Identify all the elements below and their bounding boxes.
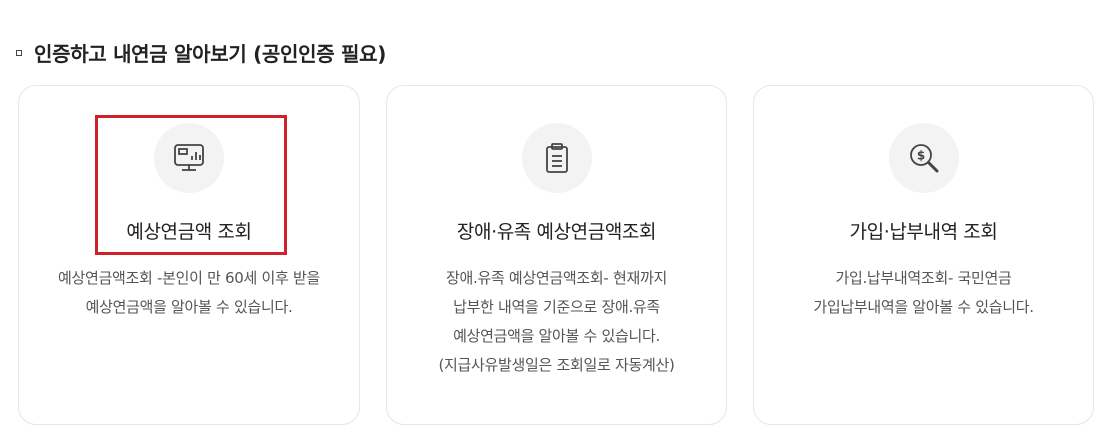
card-title: 가입·납부내역 조회 xyxy=(849,221,998,243)
card-desc-line: (지급사유발생일은 조회일로 자동계산) xyxy=(438,356,675,374)
bullet-square-icon xyxy=(16,49,22,56)
card-description: 가입.납부내역조회- 국민연금 가입납부내역을 알아볼 수 있습니다. xyxy=(764,264,1083,322)
section-title: 인증하고 내연금 알아보기 (공인인증 필요) xyxy=(34,42,387,66)
dollar-search-icon: $ xyxy=(888,123,959,193)
card-list: 예상연금액 조회 예상연금액조회 -본인이 만 60세 이후 받을 예상연금액을… xyxy=(18,85,1094,425)
card-description: 장애.유족 예상연금액조회- 현재까지 납부한 내역을 기준으로 장애.유족 예… xyxy=(397,264,716,380)
card-desc-line: 가입납부내역을 알아볼 수 있습니다. xyxy=(813,298,1034,316)
clipboard-icon xyxy=(521,123,592,193)
card-desc-line: 납부한 내역을 기준으로 장애.유족 xyxy=(453,298,660,316)
card-desc-line: 예상연금액을 알아볼 수 있습니다. xyxy=(453,327,660,345)
card-desc-line: 장애.유족 예상연금액조회- 현재까지 xyxy=(445,269,668,287)
card-title: 장애·유족 예상연금액조회 xyxy=(456,221,657,243)
card-expected-pension[interactable]: 예상연금액 조회 예상연금액조회 -본인이 만 60세 이후 받을 예상연금액을… xyxy=(18,85,360,425)
card-disability-survivor-pension[interactable]: 장애·유족 예상연금액조회 장애.유족 예상연금액조회- 현재까지 납부한 내역… xyxy=(386,85,727,425)
card-desc-line: 예상연금액조회 -본인이 만 60세 이후 받을 xyxy=(58,269,320,287)
card-desc-line: 예상연금액을 알아볼 수 있습니다. xyxy=(85,298,293,316)
card-title: 예상연금액 조회 xyxy=(126,221,252,243)
card-subscription-payment-history[interactable]: $ 가입·납부내역 조회 가입.납부내역조회- 국민연금 가입납부내역을 알아볼… xyxy=(753,85,1094,425)
svg-text:$: $ xyxy=(916,149,924,163)
card-description: 예상연금액조회 -본인이 만 60세 이후 받을 예상연금액을 알아볼 수 있습… xyxy=(29,264,349,322)
section-header: 인증하고 내연금 알아보기 (공인인증 필요) xyxy=(16,38,386,67)
monitor-chart-icon xyxy=(154,123,224,193)
card-desc-line: 가입.납부내역조회- 국민연금 xyxy=(835,269,1012,287)
